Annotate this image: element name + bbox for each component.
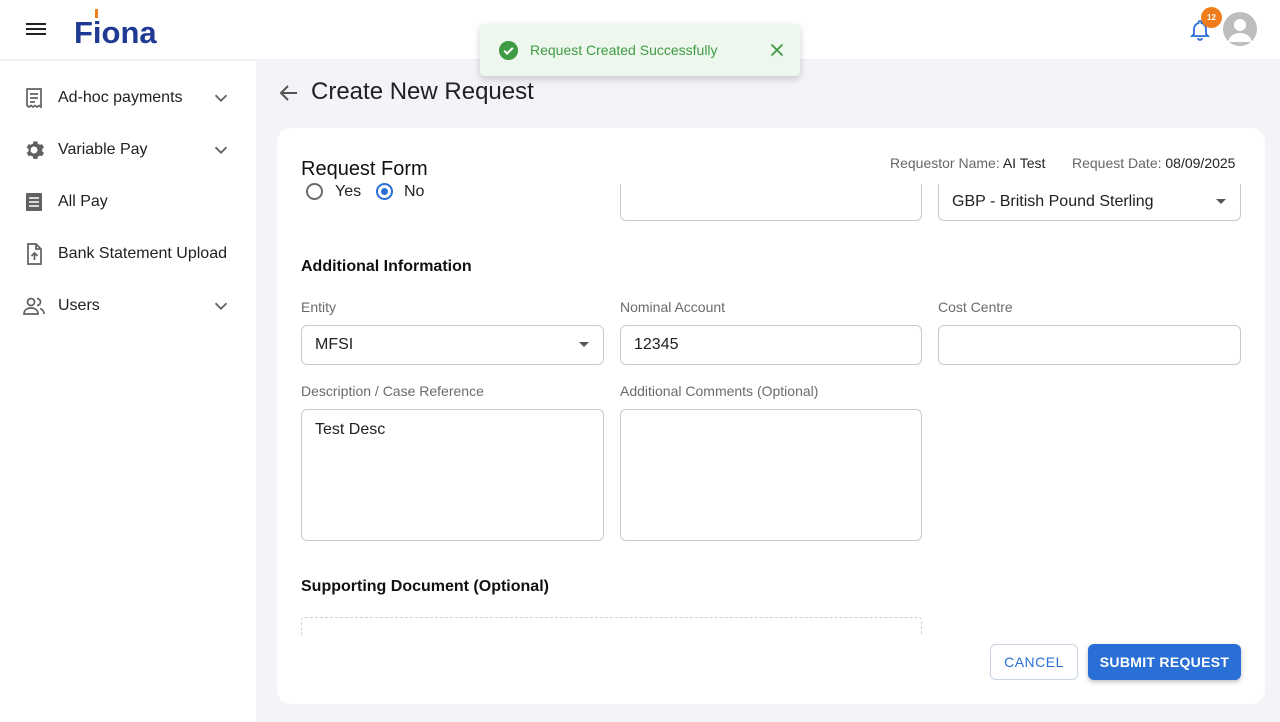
cost-centre-input[interactable] (938, 325, 1241, 365)
currency-select[interactable]: GBP - British Pound Sterling (938, 184, 1241, 221)
gear-icon (26, 141, 44, 159)
chevron-down-icon (214, 94, 228, 103)
sidebar-item-bank-statement-upload[interactable]: Bank Statement Upload (0, 232, 256, 276)
submit-request-button[interactable]: SUBMIT REQUEST (1088, 644, 1241, 680)
radio-no[interactable] (376, 183, 393, 200)
sidebar-item-adhoc-payments[interactable]: Ad-hoc payments (0, 76, 256, 120)
entity-select-value: MFSI (315, 336, 354, 353)
back-arrow-icon[interactable] (277, 81, 301, 105)
sidebar-item-label: Variable Pay (58, 141, 148, 158)
sidebar-item-label: Bank Statement Upload (58, 245, 227, 262)
radio-yes-label: Yes (335, 183, 362, 200)
radio-yes[interactable] (306, 183, 323, 200)
dropdown-caret-icon (579, 342, 589, 347)
sidebar-item-label: All Pay (58, 193, 108, 210)
description-label: Description / Case Reference (301, 383, 484, 399)
close-icon[interactable] (770, 43, 784, 57)
description-textarea[interactable]: Test Desc (301, 409, 604, 541)
user-silhouette-icon (1228, 19, 1252, 42)
toast-message: Request Created Successfully (530, 42, 718, 58)
check-circle-icon (498, 40, 519, 61)
chevron-down-icon (214, 302, 228, 311)
entity-select[interactable]: MFSI (301, 325, 604, 365)
document-list-icon (26, 193, 42, 211)
supporting-document-heading: Supporting Document (Optional) (301, 578, 549, 595)
sidebar-item-label: Ad-hoc payments (58, 89, 183, 106)
radio-no-label: No (404, 183, 425, 200)
entity-label: Entity (301, 299, 337, 315)
sidebar-item-variable-pay[interactable]: Variable Pay (0, 128, 256, 172)
sidebar: Ad-hoc payments Variable Pay All Pay Ban… (0, 61, 256, 722)
cost-centre-label: Cost Centre (938, 299, 1013, 315)
document-dropzone[interactable] (301, 617, 922, 635)
page-title: Create New Request (311, 78, 534, 105)
svg-text:Fiona: Fiona (74, 15, 157, 50)
sidebar-item-users[interactable]: Users (0, 284, 256, 328)
request-date: Request Date: 08/09/2025 (1072, 155, 1236, 171)
currency-select-value: GBP - British Pound Sterling (952, 193, 1154, 210)
additional-info-heading: Additional Information (301, 258, 472, 275)
comments-textarea[interactable] (620, 409, 922, 541)
nominal-account-label: Nominal Account (620, 299, 726, 315)
users-icon (23, 297, 45, 315)
partial-text-field[interactable] (620, 184, 922, 221)
nominal-account-input[interactable]: 12345 (620, 325, 922, 365)
receipt-icon (26, 88, 42, 109)
fiona-logo: Fiona (74, 9, 157, 50)
dropdown-caret-icon (1216, 199, 1226, 204)
comments-label: Additional Comments (Optional) (620, 383, 819, 399)
success-toast: Request Created Successfully (480, 24, 800, 76)
cancel-button[interactable]: CANCEL (990, 644, 1078, 680)
user-avatar[interactable] (1223, 12, 1257, 46)
sidebar-item-all-pay[interactable]: All Pay (0, 180, 256, 224)
requestor-name: Requestor Name: AI Test (890, 155, 1046, 171)
chevron-down-icon (214, 146, 228, 155)
notification-count-badge: 12 (1201, 7, 1222, 28)
file-upload-icon (27, 243, 42, 265)
form-title: Request Form (301, 158, 428, 180)
menu-icon[interactable] (24, 20, 48, 40)
sidebar-item-label: Users (58, 297, 100, 314)
